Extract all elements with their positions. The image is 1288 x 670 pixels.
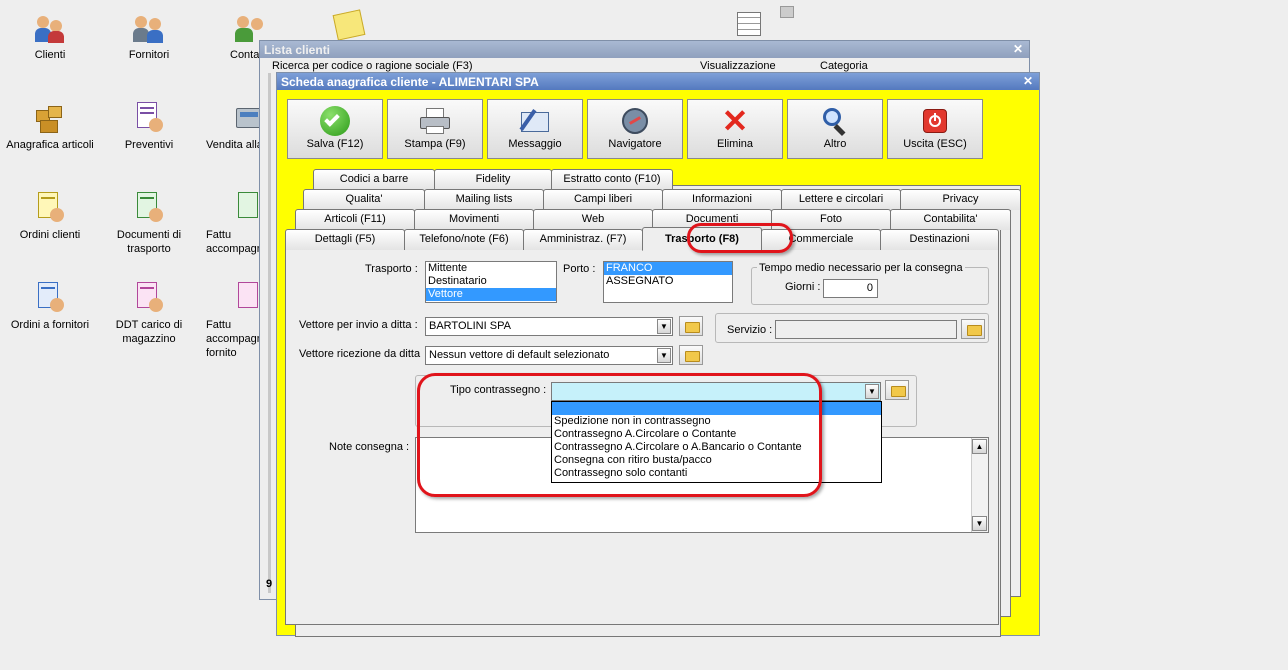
tab-lettere-circolari[interactable]: Lettere e circolari	[781, 189, 901, 210]
chevron-down-icon[interactable]: ▼	[657, 319, 671, 334]
desktop-icon-clienti[interactable]: Clienti	[5, 12, 95, 62]
tab-dettagli[interactable]: Dettagli (F5)	[285, 229, 405, 250]
view-label: Visualizzazione	[700, 60, 776, 72]
tab-amministrazione[interactable]: Amministraz. (F7)	[523, 229, 643, 250]
suppliers-icon	[133, 12, 165, 44]
porto-option-franco[interactable]: FRANCO	[604, 262, 732, 275]
navigator-button[interactable]: Navigatore	[587, 99, 683, 159]
highlight-ring-trasporto-tab	[687, 223, 793, 253]
tab-estratto-conto[interactable]: Estratto conto (F10)	[551, 169, 673, 190]
trasporto-option-vettore[interactable]: Vettore	[426, 288, 556, 301]
scroll-down-icon[interactable]: ▼	[972, 516, 987, 531]
trasporto-option-destinatario[interactable]: Destinatario	[426, 275, 556, 288]
vettore-ricezione-select[interactable]: Nessun vettore di default selezionato ▼	[425, 346, 673, 365]
scheda-titlebar[interactable]: Scheda anagrafica cliente - ALIMENTARI S…	[277, 73, 1039, 90]
footer-count: 9	[266, 578, 273, 590]
desktop-icon-ordini-clienti[interactable]: Ordini clienti	[5, 192, 95, 242]
highlight-ring-contrassegno	[417, 373, 822, 497]
giorni-label: Giorni :	[785, 281, 821, 293]
scroll-up-icon[interactable]: ▲	[972, 439, 987, 454]
customer-orders-icon	[34, 192, 66, 224]
scheda-cliente-window: Scheda anagrafica cliente - ALIMENTARI S…	[276, 72, 1040, 637]
search-magnifier-icon	[820, 106, 850, 137]
warehouse-ddt-icon	[133, 282, 165, 314]
tool-icon[interactable]	[780, 6, 794, 18]
trasporto-listbox[interactable]: Mittente Destinatario Vettore	[425, 261, 557, 303]
tab-privacy[interactable]: Privacy	[900, 189, 1021, 210]
save-button[interactable]: Salva (F12)	[287, 99, 383, 159]
message-button[interactable]: Messaggio	[487, 99, 583, 159]
desktop-icon-documenti-trasporto[interactable]: Documenti di trasporto	[104, 192, 194, 256]
save-check-icon	[320, 106, 350, 136]
desktop-icon-anagrafica-articoli[interactable]: Anagrafica articoli	[5, 102, 95, 152]
tab-campi-liberi[interactable]: Campi liberi	[543, 189, 663, 210]
delete-x-icon: ✕	[721, 103, 749, 139]
delete-button[interactable]: ✕ Elimina	[687, 99, 783, 159]
printer-icon	[420, 106, 450, 136]
tab-contabilita[interactable]: Contabilita'	[890, 209, 1011, 230]
compass-icon	[620, 106, 650, 136]
desktop-icon-fornitori[interactable]: Fornitori	[104, 12, 194, 62]
close-icon[interactable]: ✕	[1013, 42, 1023, 56]
spreadsheet-icon[interactable]	[737, 12, 761, 36]
message-icon	[519, 106, 550, 136]
customers-icon	[34, 12, 66, 44]
porto-option-assegnato[interactable]: ASSEGNATO	[604, 275, 732, 288]
desktop-icon-ddt-carico[interactable]: DDT carico di magazzino	[104, 282, 194, 346]
porto-label: Porto :	[563, 263, 596, 275]
close-icon[interactable]: ✕	[1023, 74, 1033, 88]
search-label: Ricerca per codice o ragione sociale (F3…	[272, 60, 473, 72]
chevron-down-icon[interactable]: ▼	[657, 348, 671, 363]
folder-icon[interactable]	[961, 319, 985, 339]
exit-power-icon	[920, 106, 950, 136]
servizio-label: Servizio :	[727, 324, 773, 336]
tab-destinazioni[interactable]: Destinazioni	[880, 229, 999, 250]
folder-icon[interactable]	[885, 380, 909, 400]
vettore-invio-select[interactable]: BARTOLINI SPA ▼	[425, 317, 673, 336]
desktop-icon-preventivi[interactable]: Preventivi	[104, 102, 194, 152]
vettore-ricezione-label: Vettore ricezione da ditta	[299, 348, 421, 360]
tab-telefono-note[interactable]: Telefono/note (F6)	[404, 229, 524, 250]
tab-web[interactable]: Web	[533, 209, 653, 230]
tab-articoli[interactable]: Articoli (F11)	[295, 209, 415, 230]
print-button[interactable]: Stampa (F9)	[387, 99, 483, 159]
tab-informazioni[interactable]: Informazioni	[662, 189, 782, 210]
folder-icon[interactable]	[679, 345, 703, 365]
left-scroll-strip	[268, 73, 271, 593]
exit-button[interactable]: Uscita (ESC)	[887, 99, 983, 159]
lista-clienti-titlebar[interactable]: Lista clienti ✕	[260, 41, 1029, 58]
tab-codici-barre[interactable]: Codici a barre	[313, 169, 435, 190]
vettore-invio-label: Vettore per invio a ditta :	[299, 319, 418, 331]
desktop-icon-ordini-fornitori[interactable]: Ordini a fornitori	[5, 282, 95, 332]
chevron-down-icon[interactable]: ▼	[865, 384, 879, 399]
giorni-input[interactable]: 0	[823, 279, 878, 298]
tab-movimenti[interactable]: Movimenti	[414, 209, 534, 230]
lista-clienti-title: Lista clienti	[264, 43, 331, 57]
boxes-icon	[34, 102, 66, 134]
tempo-consegna-label: Tempo medio necessario per la consegna	[757, 262, 965, 274]
tab-qualita[interactable]: Qualita'	[303, 189, 425, 210]
supplier-orders-icon	[34, 282, 66, 314]
tab-fidelity[interactable]: Fidelity	[434, 169, 552, 190]
trasporto-label: Trasporto :	[365, 263, 418, 275]
scheda-title: Scheda anagrafica cliente - ALIMENTARI S…	[281, 75, 539, 89]
servizio-input[interactable]	[775, 320, 957, 339]
folder-icon[interactable]	[679, 316, 703, 336]
tab-mailing-lists[interactable]: Mailing lists	[424, 189, 544, 210]
other-button[interactable]: Altro	[787, 99, 883, 159]
porto-listbox[interactable]: FRANCO ASSEGNATO	[603, 261, 733, 303]
trasporto-option-mittente[interactable]: Mittente	[426, 262, 556, 275]
transport-documents-icon	[133, 192, 165, 224]
category-label: Categoria	[820, 60, 868, 72]
quotes-icon	[133, 102, 165, 134]
note-consegna-label: Note consegna :	[329, 441, 410, 453]
notes-icon[interactable]	[332, 9, 366, 41]
